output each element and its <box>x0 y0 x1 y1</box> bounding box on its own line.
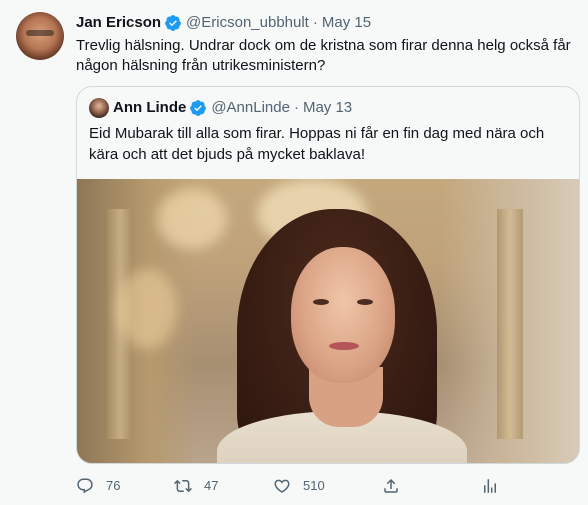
portrait-face <box>291 247 395 383</box>
quoted-tweet[interactable]: Ann Linde @AnnLinde · May 13 Eid Mubarak… <box>76 86 580 464</box>
quoted-tweet-date: May 13 <box>302 99 353 116</box>
author-name[interactable]: Jan Ericson <box>76 13 161 33</box>
photo-column <box>497 209 523 439</box>
chandelier-glow <box>117 269 177 349</box>
portrait-lips <box>329 342 359 350</box>
verified-badge-icon <box>165 15 181 31</box>
separator-dot: · <box>312 14 318 31</box>
like-button[interactable]: 510 <box>273 476 325 496</box>
tweet[interactable]: Jan Ericson @Ericson_ubbhult · May 15 Tr… <box>0 0 588 505</box>
quoted-author-avatar <box>89 98 109 118</box>
quoted-author-name: Ann Linde <box>113 99 187 116</box>
reply-count: 76 <box>106 478 121 493</box>
analytics-button[interactable] <box>481 476 499 496</box>
quoted-tweet-header: Ann Linde @AnnLinde · May 13 <box>89 98 352 118</box>
analytics-icon <box>484 479 496 493</box>
portrait-eye <box>313 299 329 305</box>
chandelier-glow <box>157 189 227 249</box>
share-button[interactable] <box>382 476 400 496</box>
author-handle[interactable]: @Ericson_ubbhult <box>186 13 309 33</box>
retweet-count: 47 <box>204 478 219 493</box>
retweet-button[interactable]: 47 <box>174 476 218 496</box>
tweet-date[interactable]: May 15 <box>322 13 371 33</box>
author-avatar[interactable] <box>16 12 64 60</box>
reply-button[interactable]: 76 <box>76 476 120 496</box>
retweet-icon <box>174 479 192 493</box>
share-icon <box>384 478 398 493</box>
portrait-eye <box>357 299 373 305</box>
verified-badge-icon <box>190 100 207 116</box>
quoted-tweet-text: Eid Mubarak till alla som firar. Hoppas … <box>89 125 545 163</box>
quoted-author-handle: @AnnLinde <box>211 99 290 116</box>
reply-icon <box>77 478 93 494</box>
quoted-tweet-photo[interactable] <box>77 179 579 463</box>
tweet-text: Trevlig hälsning. Undrar dock om de kris… <box>76 37 571 74</box>
tweet-actions: 76 47 510 <box>76 476 506 496</box>
like-count: 510 <box>303 478 325 493</box>
heart-icon <box>274 479 290 493</box>
tweet-header: Jan Ericson @Ericson_ubbhult · May 15 <box>76 13 371 33</box>
separator-dot: · <box>293 99 299 116</box>
